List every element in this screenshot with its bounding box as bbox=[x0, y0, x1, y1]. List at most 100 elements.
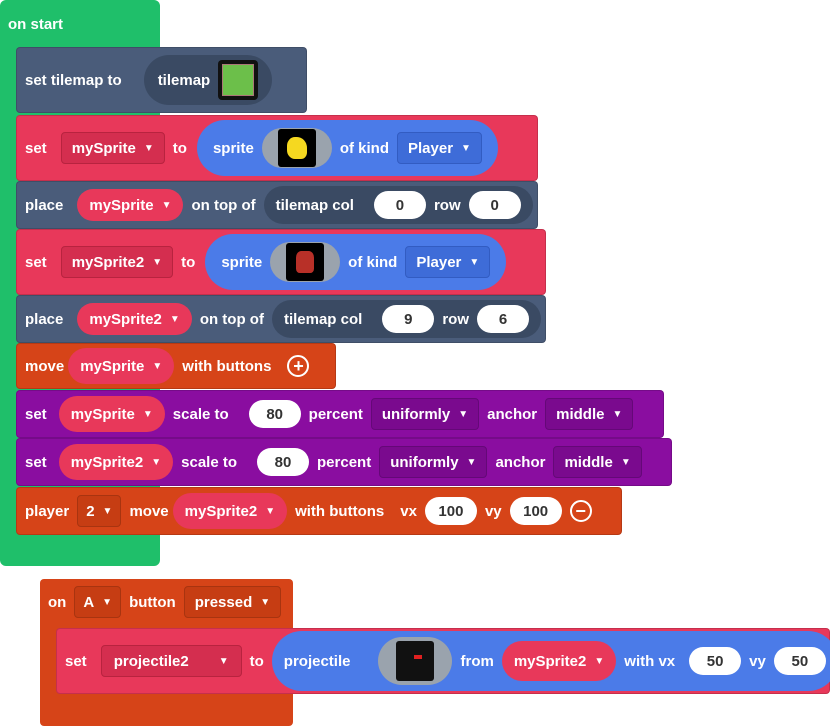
variable-dropdown[interactable]: mySprite2 ▼ bbox=[172, 493, 288, 529]
dropdown-arrow-icon: ▼ bbox=[458, 408, 469, 420]
set-sprite-block[interactable]: set mySprite2 ▼ to sprite of kind Player… bbox=[16, 229, 546, 295]
variable-dropdown[interactable]: mySprite2 ▼ bbox=[77, 303, 192, 335]
source-value: mySprite2 bbox=[513, 652, 587, 670]
button-dropdown[interactable]: A ▼ bbox=[74, 586, 122, 618]
dropdown-arrow-icon: ▼ bbox=[594, 655, 605, 667]
vy-label: vy bbox=[749, 652, 766, 670]
projectile-from-block[interactable]: projectile from mySprite2 ▼ with vx 50 v… bbox=[271, 631, 830, 691]
vy-input[interactable]: 50 bbox=[773, 647, 826, 675]
of-kind-label: of kind bbox=[339, 139, 389, 157]
tilemap-col-block[interactable]: tilemap col 0 row 0 bbox=[263, 186, 533, 224]
variable-dropdown[interactable]: projectile2 ▼ bbox=[100, 645, 242, 677]
scale-mode-dropdown[interactable]: uniformly ▼ bbox=[379, 446, 488, 478]
dropdown-arrow-icon: ▼ bbox=[143, 142, 154, 154]
sprite-of-kind-block[interactable]: sprite of kind Player ▼ bbox=[205, 234, 507, 290]
set-scale-block[interactable]: set mySprite ▼ scale to 80 percent unifo… bbox=[16, 390, 664, 438]
anchor-dropdown[interactable]: middle ▼ bbox=[553, 446, 642, 478]
variable-name: mySprite bbox=[70, 405, 135, 423]
from-label: from bbox=[460, 652, 494, 670]
player-number-dropdown[interactable]: 2 ▼ bbox=[77, 495, 122, 527]
vx-input[interactable]: 100 bbox=[424, 497, 477, 525]
sprite-image-slot[interactable] bbox=[261, 128, 332, 168]
col-input[interactable]: 0 bbox=[373, 191, 426, 219]
with-buttons-label: with buttons bbox=[182, 357, 272, 375]
variable-name: mySprite2 bbox=[89, 310, 162, 328]
kind-value: Player bbox=[408, 139, 454, 157]
set-label: set bbox=[25, 453, 47, 471]
col-input[interactable]: 9 bbox=[382, 305, 435, 333]
to-label: to bbox=[181, 253, 196, 271]
projectile-image-slot[interactable] bbox=[378, 637, 453, 685]
set-tilemap-label: set tilemap to bbox=[25, 71, 122, 89]
player-label: player bbox=[25, 502, 70, 520]
move-label: move bbox=[129, 502, 169, 520]
projectile-image bbox=[396, 641, 435, 681]
variable-dropdown[interactable]: mySprite ▼ bbox=[68, 348, 175, 384]
dropdown-arrow-icon: ▼ bbox=[260, 596, 271, 608]
to-label: to bbox=[249, 652, 264, 670]
anchor-value: middle bbox=[556, 405, 605, 423]
tilemap-col-block[interactable]: tilemap col 9 row 6 bbox=[271, 300, 541, 338]
dropdown-arrow-icon: ▼ bbox=[152, 360, 163, 372]
tilemap-col-label: tilemap col bbox=[283, 310, 363, 328]
dropdown-arrow-icon: ▼ bbox=[142, 408, 153, 420]
variable-name: mySprite2 bbox=[184, 502, 258, 520]
variable-name: projectile2 bbox=[113, 652, 189, 670]
sprite-image bbox=[277, 129, 316, 167]
anchor-dropdown[interactable]: middle ▼ bbox=[545, 398, 634, 430]
kind-value: Player bbox=[416, 253, 462, 271]
variable-dropdown[interactable]: mySprite ▼ bbox=[58, 396, 165, 432]
kind-dropdown[interactable]: Player ▼ bbox=[405, 246, 491, 278]
place-label: place bbox=[25, 310, 64, 328]
set-scale-block[interactable]: set mySprite2 ▼ scale to 80 percent unif… bbox=[16, 438, 672, 486]
move-label: move bbox=[25, 357, 65, 375]
row-input[interactable]: 6 bbox=[476, 305, 529, 333]
tilemap-thumbnail[interactable] bbox=[218, 60, 259, 100]
dropdown-arrow-icon: ▼ bbox=[612, 408, 623, 420]
scale-input[interactable]: 80 bbox=[248, 400, 301, 428]
dropdown-arrow-icon: ▼ bbox=[469, 256, 480, 268]
vy-label: vy bbox=[484, 502, 502, 520]
scale-input[interactable]: 80 bbox=[257, 448, 310, 476]
of-kind-label: of kind bbox=[348, 253, 398, 271]
to-label: to bbox=[172, 139, 187, 157]
scale-mode-value: uniformly bbox=[381, 405, 451, 423]
variable-name: mySprite2 bbox=[70, 453, 144, 471]
vy-input[interactable]: 100 bbox=[509, 497, 562, 525]
variable-dropdown[interactable]: mySprite2 ▼ bbox=[58, 444, 174, 480]
variable-name: mySprite2 bbox=[71, 253, 145, 271]
sprite-image-slot[interactable] bbox=[270, 242, 341, 282]
vx-input[interactable]: 50 bbox=[689, 647, 742, 675]
anchor-label: anchor bbox=[495, 453, 546, 471]
place-on-tile-block[interactable]: place mySprite2 ▼ on top of tilemap col … bbox=[16, 295, 546, 343]
row-input[interactable]: 0 bbox=[468, 191, 521, 219]
kind-dropdown[interactable]: Player ▼ bbox=[397, 132, 482, 164]
scale-mode-dropdown[interactable]: uniformly ▼ bbox=[370, 398, 480, 430]
event-dropdown[interactable]: pressed ▼ bbox=[183, 586, 282, 618]
set-projectile-block[interactable]: set projectile2 ▼ to projectile from myS… bbox=[56, 628, 830, 694]
on-top-of-label: on top of bbox=[199, 310, 264, 328]
row-label: row bbox=[433, 196, 461, 214]
minus-icon[interactable]: − bbox=[569, 500, 592, 522]
player-move-block[interactable]: player 2 ▼ move mySprite2 ▼ with buttons… bbox=[16, 487, 622, 535]
source-dropdown[interactable]: mySprite2 ▼ bbox=[501, 641, 617, 681]
variable-dropdown[interactable]: mySprite ▼ bbox=[77, 189, 184, 221]
variable-dropdown[interactable]: mySprite ▼ bbox=[60, 132, 165, 164]
tilemap-value[interactable]: tilemap bbox=[143, 55, 273, 105]
scale-to-label: scale to bbox=[172, 405, 229, 423]
scale-to-label: scale to bbox=[181, 453, 238, 471]
place-on-tile-block[interactable]: place mySprite ▼ on top of tilemap col 0… bbox=[16, 181, 538, 229]
button-name: A bbox=[83, 593, 95, 611]
move-with-buttons-block[interactable]: move mySprite ▼ with buttons + bbox=[16, 343, 336, 389]
set-tilemap-block[interactable]: set tilemap to tilemap bbox=[16, 47, 307, 113]
set-sprite-block[interactable]: set mySprite ▼ to sprite of kind Player … bbox=[16, 115, 538, 181]
dropdown-arrow-icon: ▼ bbox=[466, 456, 477, 468]
variable-dropdown[interactable]: mySprite2 ▼ bbox=[60, 246, 174, 278]
percent-label: percent bbox=[308, 405, 363, 423]
plus-icon[interactable]: + bbox=[287, 355, 310, 377]
sprite-of-kind-block[interactable]: sprite of kind Player ▼ bbox=[196, 120, 498, 176]
on-top-of-label: on top of bbox=[191, 196, 256, 214]
sprite-label: sprite bbox=[221, 253, 263, 271]
vx-label: vx bbox=[400, 502, 417, 520]
dropdown-arrow-icon: ▼ bbox=[151, 456, 162, 468]
